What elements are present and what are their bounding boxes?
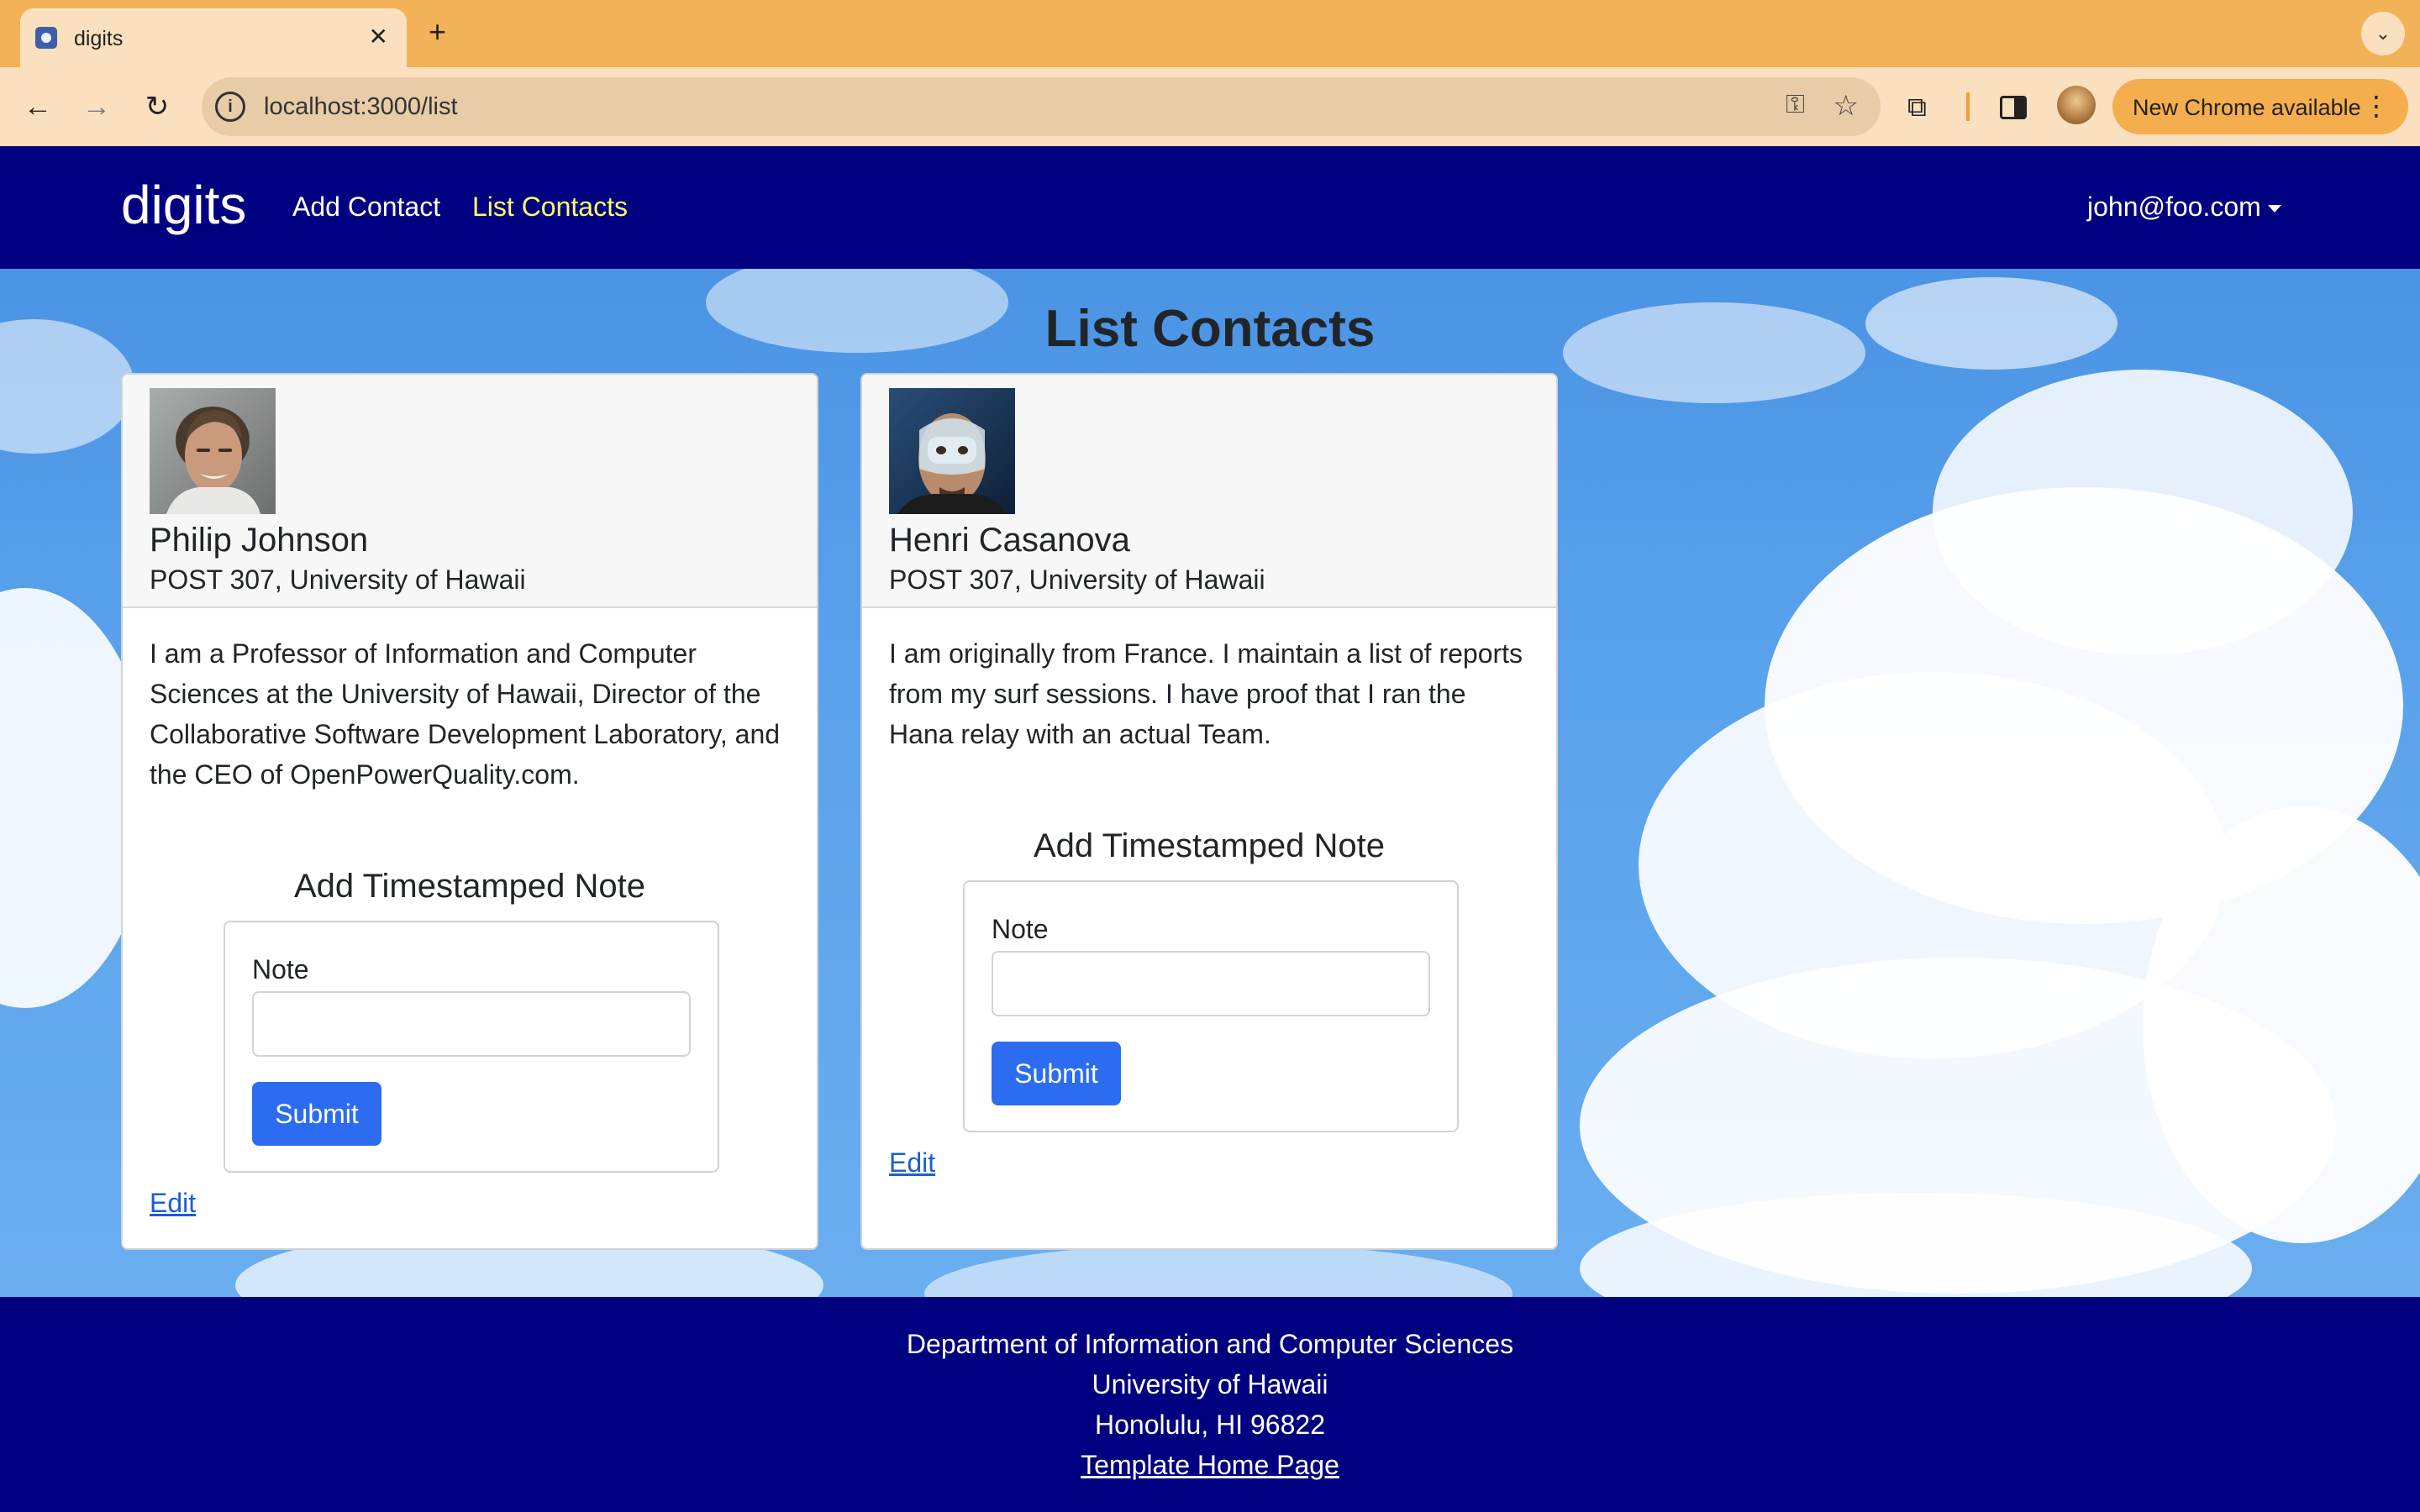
contact-card: Philip Johnson POST 307, University of H… bbox=[121, 373, 818, 1250]
footer: Department of Information and Computer S… bbox=[0, 1297, 2420, 1512]
contact-card: Henri Casanova POST 307, University of H… bbox=[860, 373, 1558, 1250]
main-content: List Contacts Philip Johnson POST 307, U… bbox=[0, 269, 2420, 1297]
favicon-icon bbox=[35, 27, 57, 49]
site-info-icon[interactable]: i bbox=[215, 92, 245, 122]
contact-name: Henri Casanova bbox=[889, 522, 1130, 559]
update-chrome-button[interactable]: New Chrome available ⋮ bbox=[2112, 79, 2408, 134]
tab-search-icon[interactable]: ⌄ bbox=[2361, 12, 2405, 55]
page-title: List Contacts bbox=[1044, 300, 1376, 358]
contact-description: I am a Professor of Information and Comp… bbox=[150, 638, 781, 790]
brand-logo[interactable]: digits bbox=[121, 171, 246, 239]
edit-link[interactable]: Edit bbox=[889, 1146, 935, 1179]
contact-description: I am originally from France. I maintain … bbox=[889, 638, 1523, 749]
contact-address: POST 307, University of Hawaii bbox=[150, 564, 526, 595]
toolbar-divider bbox=[1966, 92, 1970, 121]
reload-icon[interactable]: ↻ bbox=[138, 87, 176, 126]
profile-avatar[interactable] bbox=[2057, 86, 2096, 124]
note-form: Note Submit bbox=[224, 921, 719, 1173]
note-form: Note Submit bbox=[963, 880, 1459, 1132]
submit-button[interactable]: Submit bbox=[252, 1082, 381, 1146]
nav-list-contacts[interactable]: List Contacts bbox=[472, 190, 628, 223]
nav-add-contact[interactable]: Add Contact bbox=[292, 190, 440, 223]
back-icon[interactable]: ← bbox=[18, 87, 57, 126]
caret-down-icon bbox=[2267, 205, 2281, 213]
note-form-title: Add Timestamped Note bbox=[1034, 827, 1385, 864]
forward-icon[interactable]: → bbox=[77, 87, 116, 126]
new-tab-icon[interactable]: + bbox=[429, 15, 446, 49]
note-form-title: Add Timestamped Note bbox=[294, 868, 645, 905]
note-label: Note bbox=[252, 954, 309, 984]
browser-tab[interactable]: digits ✕ bbox=[20, 8, 407, 67]
bookmark-star-icon[interactable]: ☆ bbox=[1833, 89, 1859, 123]
template-home-link[interactable]: Template Home Page bbox=[1081, 1450, 1339, 1480]
edit-link[interactable]: Edit bbox=[150, 1186, 196, 1220]
extensions-icon[interactable]: ⧉ bbox=[1907, 87, 1927, 126]
note-input[interactable] bbox=[252, 991, 691, 1057]
footer-address: Honolulu, HI 96822 bbox=[1095, 1410, 1325, 1440]
contact-avatar bbox=[889, 388, 1015, 514]
user-email: john@foo.com bbox=[2087, 192, 2261, 222]
side-panel-icon[interactable] bbox=[2000, 96, 2027, 119]
close-tab-icon[interactable]: ✕ bbox=[369, 22, 388, 52]
app-navbar: digits Add Contact List Contacts john@fo… bbox=[0, 146, 2420, 269]
card-header: Philip Johnson POST 307, University of H… bbox=[123, 375, 817, 608]
submit-button[interactable]: Submit bbox=[992, 1042, 1121, 1105]
contact-avatar bbox=[150, 388, 276, 514]
user-dropdown[interactable]: john@foo.com bbox=[2087, 190, 2281, 223]
note-label: Note bbox=[992, 914, 1049, 944]
address-bar[interactable]: i localhost:3000/list ⚿ ☆ bbox=[202, 77, 1881, 136]
update-chrome-label: New Chrome available bbox=[2133, 95, 2361, 120]
browser-tabstrip: digits ✕ + ⌄ bbox=[0, 0, 2420, 67]
note-input[interactable] bbox=[992, 951, 1430, 1016]
browser-toolbar: ← → ↻ i localhost:3000/list ⚿ ☆ ⧉ New Ch… bbox=[0, 67, 2420, 146]
card-header: Henri Casanova POST 307, University of H… bbox=[862, 375, 1556, 608]
contact-name: Philip Johnson bbox=[150, 522, 369, 559]
chrome-menu-icon[interactable]: ⋮ bbox=[2363, 89, 2390, 123]
footer-department: Department of Information and Computer S… bbox=[906, 1329, 1514, 1359]
url-text[interactable]: localhost:3000/list bbox=[264, 93, 458, 121]
tab-title: digits bbox=[74, 27, 124, 50]
password-key-icon[interactable]: ⚿ bbox=[1786, 91, 1805, 119]
footer-university: University of Hawaii bbox=[1092, 1369, 1328, 1399]
contact-address: POST 307, University of Hawaii bbox=[889, 564, 1265, 595]
